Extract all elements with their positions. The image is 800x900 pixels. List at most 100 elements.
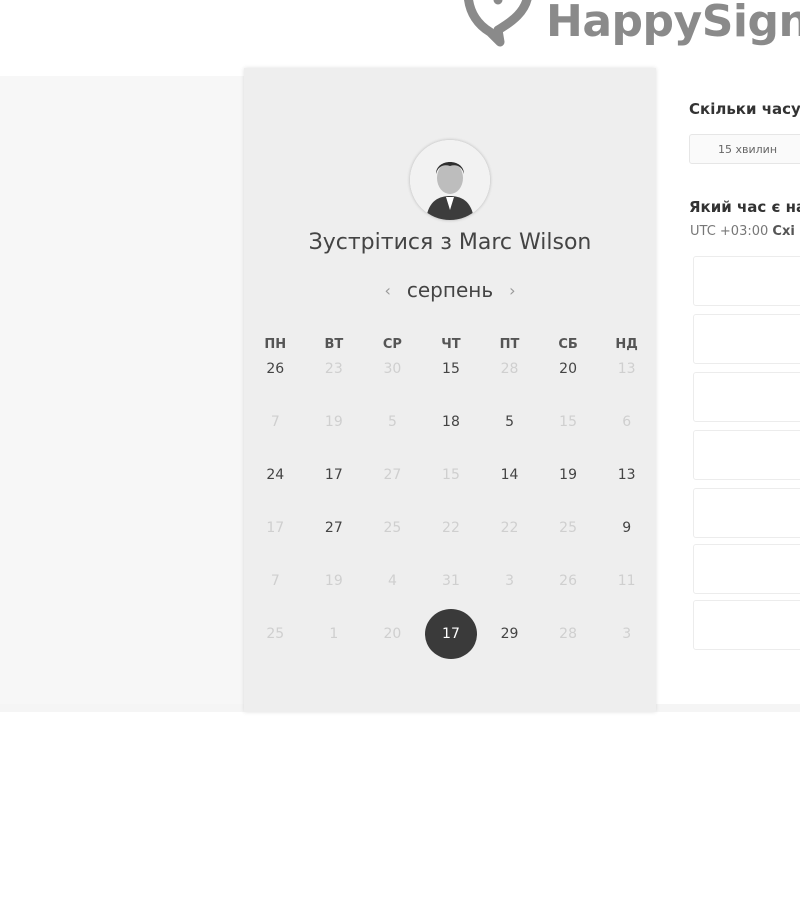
day-number: 6: [622, 414, 632, 430]
day-number: 7: [270, 573, 280, 589]
calendar-day[interactable]: 19: [539, 462, 598, 488]
calendar-day: 3: [480, 568, 539, 594]
chevron-right-icon[interactable]: ›: [509, 281, 515, 300]
day-number: 22: [442, 520, 460, 536]
calendar-day[interactable]: 13: [597, 462, 656, 488]
calendar-day[interactable]: 20: [539, 356, 598, 382]
day-number: 15: [442, 467, 460, 483]
weekday-label: СБ: [558, 337, 578, 352]
calendar-day: 13: [597, 356, 656, 382]
calendar-day[interactable]: 26: [246, 356, 305, 382]
time-slot[interactable]: [693, 544, 800, 594]
day-number: 11: [617, 573, 636, 589]
day-number: 20: [383, 626, 402, 642]
timezone-label[interactable]: UTC +03:00 Схі: [690, 224, 795, 239]
calendar-day[interactable]: 5: [480, 409, 539, 435]
weekday-label: НД: [615, 337, 638, 352]
calendar-day[interactable]: 14: [480, 462, 539, 488]
day-number: 22: [500, 520, 519, 536]
weekday-label: СР: [382, 337, 402, 352]
calendar-day: 4: [363, 568, 422, 594]
calendar-day-selected[interactable]: 17: [422, 609, 481, 659]
calendar-week-row: 7 19 5 18 5 15 6: [246, 409, 656, 462]
day-number: 13: [617, 467, 636, 483]
day-number: 25: [559, 520, 577, 536]
calendar-day: 6: [597, 409, 656, 435]
user-avatar: [410, 140, 490, 220]
day-number: 4: [387, 573, 397, 589]
chevron-left-icon[interactable]: ‹: [384, 281, 390, 300]
timezone-name: Схі: [772, 224, 795, 239]
day-number: 26: [559, 573, 577, 589]
calendar-day: 20: [363, 621, 422, 647]
time-slot[interactable]: [693, 314, 800, 364]
time-slot[interactable]: [693, 430, 800, 480]
calendar-day: 3: [597, 621, 656, 647]
calendar-day: 22: [422, 515, 481, 541]
day-number: 20: [559, 361, 577, 377]
calendar-day[interactable]: 15: [422, 356, 481, 382]
person-icon: [410, 140, 490, 220]
calendar-day: 17: [246, 515, 305, 541]
day-number: 1: [329, 626, 339, 642]
day-number: 17: [442, 626, 460, 642]
day-number: 18: [442, 414, 460, 430]
heart-speech-bubble-icon: [464, 0, 532, 47]
calendar-day[interactable]: 24: [246, 462, 305, 488]
weekday-label: ПТ: [499, 337, 520, 352]
day-number: 28: [500, 361, 519, 377]
day-number: 9: [622, 520, 632, 536]
meeting-title: Зустрітися з Marc Wilson: [308, 230, 592, 255]
calendar-day[interactable]: 9: [597, 515, 656, 541]
calendar-day: 23: [305, 356, 364, 382]
day-number: 15: [559, 414, 577, 430]
weekday-header: ПН ВТ СР ЧТ ПТ СБ НД: [246, 334, 656, 356]
day-number: 7: [270, 414, 280, 430]
day-number: 23: [324, 361, 343, 377]
brand-name: HappySigna: [546, 0, 800, 47]
calendar-day: 22: [480, 515, 539, 541]
calendar-day: 15: [539, 409, 598, 435]
duration-option-button[interactable]: 15 хвилин: [689, 134, 800, 164]
calendar-day: 5: [363, 409, 422, 435]
day-number: 25: [266, 626, 285, 642]
calendar-day: 7: [246, 409, 305, 435]
calendar-day[interactable]: 29: [480, 621, 539, 647]
calendar-day: 1: [305, 621, 364, 647]
calendar-day: 26: [539, 568, 598, 594]
timezone-offset: UTC +03:00: [690, 224, 769, 239]
time-slot[interactable]: [693, 600, 800, 650]
weekday-label: ЧТ: [441, 337, 461, 352]
calendar-day[interactable]: 17: [305, 462, 364, 488]
day-number: 3: [505, 573, 514, 589]
time-slot[interactable]: [693, 488, 800, 538]
day-number: 19: [324, 414, 343, 430]
calendar-day[interactable]: 27: [305, 515, 364, 541]
calendar-week-row: 26 23 30 15 28 20 13: [246, 356, 656, 409]
calendar-day: 28: [539, 621, 598, 647]
month-navigation: ‹ серпень ›: [244, 278, 656, 302]
day-number: 19: [324, 573, 343, 589]
calendar-day: 19: [305, 568, 364, 594]
day-number: 28: [559, 626, 577, 642]
calendar-day: 25: [539, 515, 598, 541]
calendar-week-row: 24 17 27 15 14 19 13: [246, 462, 656, 515]
calendar-day[interactable]: 18: [422, 409, 481, 435]
duration-question: Скільки часу: [689, 100, 800, 118]
day-number: 19: [559, 467, 577, 483]
left-background: [0, 76, 244, 704]
calendar-day: 19: [305, 409, 364, 435]
time-slot[interactable]: [693, 372, 800, 422]
day-number: 25: [383, 520, 402, 536]
calendar-weeks: 26 23 30 15 28 20 13 7 19 5 18 5 15 6 24 17 27 15 14 19 13 17…: [246, 356, 656, 674]
time-question: Який час є на: [689, 198, 800, 216]
day-number: 5: [505, 414, 514, 430]
month-label: серпень: [406, 278, 494, 302]
day-number: 3: [622, 626, 632, 642]
day-number: 27: [383, 467, 402, 483]
day-number: 15: [442, 361, 460, 377]
time-slot[interactable]: [693, 256, 800, 306]
calendar-day: 30: [363, 356, 422, 382]
day-number: 5: [387, 414, 397, 430]
day-number: 30: [383, 361, 402, 377]
